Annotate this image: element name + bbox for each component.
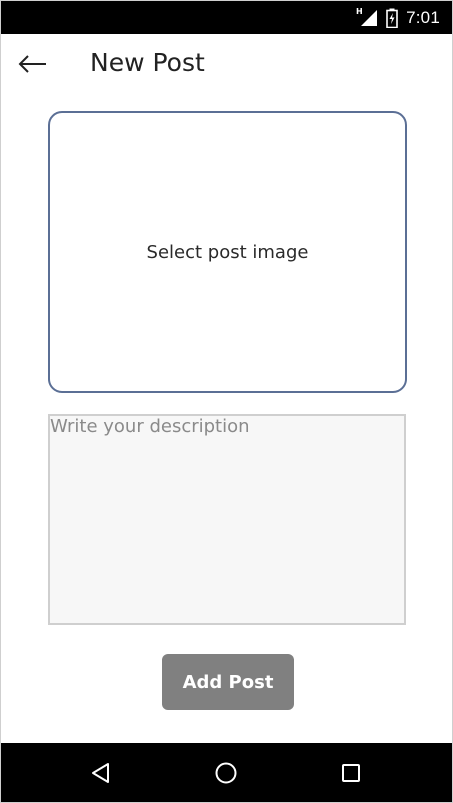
battery-icon [386,8,398,28]
description-input[interactable] [48,414,406,625]
system-nav-bar [1,743,452,802]
status-indicators: 7:01 [360,1,440,34]
post-image-picker[interactable]: Select post image [48,111,407,393]
nav-back-button[interactable] [85,757,117,789]
add-post-button[interactable]: Add Post [162,654,294,710]
status-time: 7:01 [406,7,440,27]
recents-square-icon [342,764,360,782]
arrow-left-icon [18,55,46,73]
app-screen: H 7:01 New Post Select post image Write … [0,0,453,803]
home-circle-icon [215,762,237,784]
status-bar: H 7:01 [1,1,452,34]
back-triangle-icon [92,763,109,783]
post-image-picker-label: Select post image [146,241,309,263]
nav-recents-button[interactable] [335,757,367,789]
app-bar: New Post [1,34,452,94]
nav-home-button[interactable] [210,757,242,789]
page-title: New Post [90,48,205,77]
signal-icon [361,9,378,26]
back-button[interactable] [11,46,55,82]
